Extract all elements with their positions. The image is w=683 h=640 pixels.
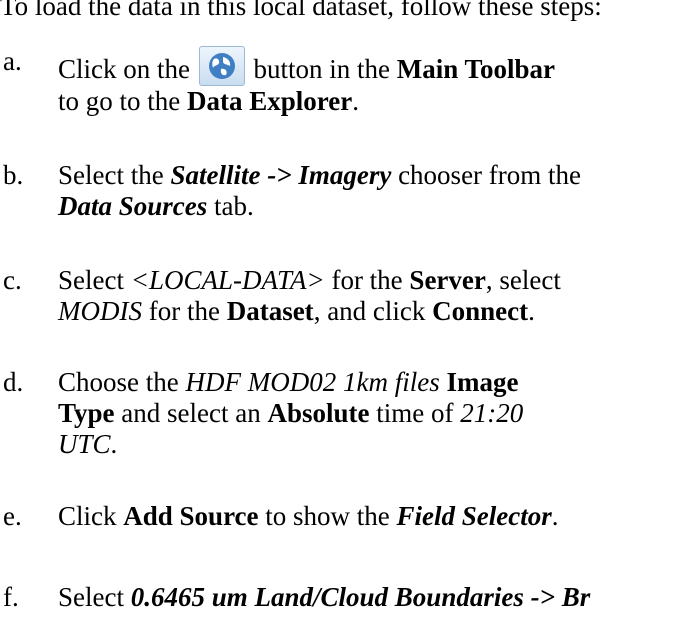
step-text: Click Add Source to show the Field Selec…: [58, 501, 559, 532]
text-run: Choose the: [58, 367, 179, 397]
text-run: .: [551, 501, 559, 531]
text-run: tab.: [214, 191, 254, 221]
step-letter: b.: [3, 160, 24, 190]
local-data-label: <LOCAL-DATA>: [130, 265, 325, 295]
step-a: a. Click on the button in the Main Toolb…: [0, 46, 683, 116]
field-selector-label: Field Selector: [396, 501, 552, 531]
step-line: Type and select an Absolute time of 21:2…: [58, 398, 523, 429]
add-source-label: Add Source: [123, 501, 259, 531]
data-explorer-label: Data Explorer: [187, 86, 353, 116]
image-type-value: HDF MOD02 1km files: [185, 367, 440, 397]
step-c: c. Select <LOCAL-DATA> for the Server, s…: [0, 265, 683, 335]
step-letter: a.: [3, 46, 22, 76]
modis-label: MODIS: [58, 296, 142, 326]
text-run: , and click: [313, 296, 426, 326]
step-text: Select <LOCAL-DATA> for the Server, sele…: [58, 265, 561, 327]
dataset-label: Dataset: [226, 296, 314, 326]
step-d: d. Choose the HDF MOD02 1km files Image …: [0, 367, 683, 467]
text-run: , select: [485, 265, 561, 295]
time-value: 21:20: [460, 398, 524, 428]
text-run: .: [110, 429, 118, 459]
step-line: Click Add Source to show the Field Selec…: [58, 501, 559, 532]
step-f: f. Select 0.6465 um Land/Cloud Boundarie…: [0, 582, 683, 618]
step-line: Choose the HDF MOD02 1km files Image: [58, 367, 523, 398]
text-run: button in the: [253, 54, 390, 84]
step-letter: d.: [3, 367, 24, 397]
step-line: Click on the button in the Main Toolbar: [58, 46, 555, 86]
step-line: to go to the Data Explorer.: [58, 86, 555, 117]
image-type-label: Image: [446, 367, 519, 397]
step-line: Select the Satellite -> Imagery chooser …: [58, 160, 581, 191]
server-label: Server: [409, 265, 486, 295]
text-run: for the: [331, 265, 403, 295]
step-letter: f.: [3, 582, 19, 612]
step-letter: c.: [3, 265, 22, 295]
step-b: b. Select the Satellite -> Imagery choos…: [0, 160, 683, 230]
absolute-label: Absolute: [267, 398, 370, 428]
step-text: Click on the button in the Main Toolbar …: [58, 46, 555, 117]
text-run: to show the: [265, 501, 390, 531]
data-sources-label: Data Sources: [58, 191, 208, 221]
connect-label: Connect: [432, 296, 529, 326]
text-run: Click on the: [58, 54, 190, 84]
field-name-label: 0.6465 um Land/Cloud Boundaries -> Br: [130, 582, 591, 612]
step-text: Choose the HDF MOD02 1km files Image Typ…: [58, 367, 523, 460]
text-run: Select: [58, 265, 124, 295]
text-run: .: [352, 86, 359, 116]
main-toolbar-label: Main Toolbar: [396, 54, 556, 84]
step-text: Select 0.6465 um Land/Cloud Boundaries -…: [58, 582, 590, 613]
text-run: to go to the: [58, 86, 181, 116]
step-line: UTC.: [58, 429, 523, 460]
text-run: for the: [148, 296, 220, 326]
step-line: Data Sources tab.: [58, 191, 581, 222]
step-line: Select 0.6465 um Land/Cloud Boundaries -…: [58, 582, 590, 613]
step-line: Select <LOCAL-DATA> for the Server, sele…: [58, 265, 561, 296]
text-run: and select an: [121, 398, 261, 428]
text-run: time of: [376, 398, 454, 428]
text-run: Click: [58, 501, 117, 531]
data-explorer-globe-icon[interactable]: [198, 46, 245, 86]
image-type-label: Type: [58, 398, 115, 428]
intro-text: To load the data in this local dataset, …: [0, 0, 602, 21]
step-line: MODIS for the Dataset, and click Connect…: [58, 296, 561, 327]
text-run: chooser from the: [398, 160, 582, 190]
text-run: .: [528, 296, 535, 326]
step-e: e. Click Add Source to show the Field Se…: [0, 501, 683, 537]
text-run: Select: [58, 582, 124, 612]
text-run: Select the: [58, 160, 164, 190]
satellite-imagery-label: Satellite -> Imagery: [170, 160, 392, 190]
step-letter: e.: [3, 501, 22, 531]
step-text: Select the Satellite -> Imagery chooser …: [58, 160, 581, 222]
time-zone-value: UTC: [58, 429, 111, 459]
